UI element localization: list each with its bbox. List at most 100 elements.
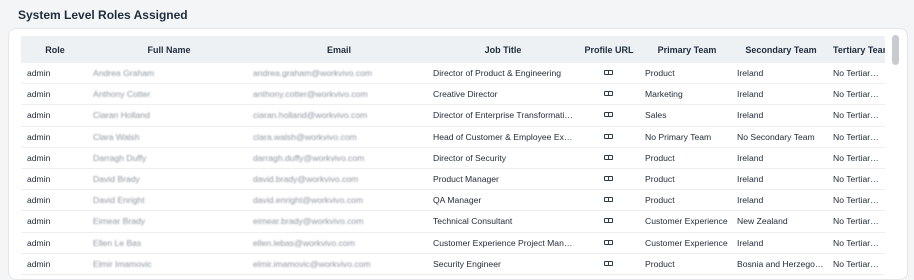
cell-job-title: Director of Enterprise Transformation	[429, 104, 577, 127]
cell-full-name: Elmir Imamovic	[89, 253, 249, 275]
cell-profile-url	[577, 210, 641, 233]
cell-email: darragh.duffy@workvivo.com	[249, 147, 429, 169]
cell-full-name: Andrea Graham	[89, 63, 249, 85]
link-icon[interactable]	[604, 197, 614, 203]
cell-profile-url	[577, 63, 641, 85]
cell-secondary-team: Ireland	[733, 168, 829, 191]
cell-email: ellen.lebas@workvivo.com	[249, 232, 429, 254]
cell-secondary-team: Bosnia and Herzegovina	[733, 253, 829, 275]
roles-table-wrap: Role Full Name Email Job Title Profile U…	[21, 36, 885, 276]
cell-primary-team: Sales	[641, 104, 733, 127]
cell-full-name: Clara Walsh	[89, 126, 249, 148]
cell-full-name: Darragh Duffy	[89, 147, 249, 169]
cell-email: clara.walsh@workvivo.com	[249, 126, 429, 148]
table-row: admin Elmir Imamovic elmir.imamovic@workvi…	[21, 253, 885, 275]
cell-job-title: Head of Customer & Employee Experience	[429, 126, 577, 148]
cell-job-title: Director of Security	[429, 147, 577, 169]
link-icon[interactable]	[604, 91, 614, 97]
table-row: admin Darragh Duffy darragh.duffy@workvivo…	[21, 147, 885, 169]
section-title: System Level Roles Assigned	[18, 8, 188, 22]
cell-email: elmir.imamovic@workvivo.com	[249, 253, 429, 275]
link-icon[interactable]	[604, 112, 614, 118]
roles-card: Role Full Name Email Job Title Profile U…	[8, 28, 908, 280]
cell-job-title: Director of Product & Engineering	[429, 63, 577, 85]
cell-role: admin	[21, 168, 89, 191]
cell-email: david.brady@workvivo.com	[249, 168, 429, 191]
cell-tertiary-team: No Tertiary Team	[829, 83, 885, 106]
cell-primary-team: Product	[641, 147, 733, 169]
link-icon[interactable]	[604, 260, 614, 266]
cell-role: admin	[21, 210, 89, 233]
table-header-row: Role Full Name Email Job Title Profile U…	[21, 36, 885, 63]
column-header-secondary-team[interactable]: Secondary Team	[733, 36, 829, 63]
cell-job-title: Technical Consultant	[429, 210, 577, 233]
link-icon[interactable]	[604, 239, 614, 245]
cell-secondary-team: New Zealand	[733, 210, 829, 233]
cell-role: admin	[21, 253, 89, 275]
column-header-email[interactable]: Email	[249, 36, 429, 63]
cell-job-title: Customer Experience Project Manager	[429, 232, 577, 254]
cell-job-title: Security Engineer	[429, 253, 577, 275]
cell-full-name: Ellen Le Bas	[89, 232, 249, 254]
column-header-profile-url[interactable]: Profile URL	[577, 36, 641, 63]
column-header-job-title[interactable]: Job Title	[429, 36, 577, 63]
link-icon[interactable]	[604, 133, 614, 139]
cell-full-name: David Brady	[89, 168, 249, 191]
table-row: admin David Brady david.brady@workvivo.com…	[21, 168, 885, 191]
cell-tertiary-team: No Tertiary Team	[829, 168, 885, 191]
cell-secondary-team: Ireland	[733, 147, 829, 169]
table-row: admin Anthony Cotter anthony.cotter@workvi…	[21, 83, 885, 106]
cell-email: eimear.brady@workvivo.com	[249, 210, 429, 233]
cell-email: andrea.graham@workvivo.com	[249, 63, 429, 85]
cell-profile-url	[577, 126, 641, 148]
cell-role: admin	[21, 147, 89, 169]
cell-job-title: QA Manager	[429, 189, 577, 212]
cell-role: admin	[21, 104, 89, 127]
link-icon[interactable]	[604, 176, 614, 182]
table-row: admin Clara Walsh clara.walsh@workvivo.com…	[21, 126, 885, 148]
cell-tertiary-team: No Tertiary Team	[829, 232, 885, 254]
cell-tertiary-team: No Tertiary Team	[829, 210, 885, 233]
cell-role: admin	[21, 83, 89, 106]
cell-tertiary-team: No Tertiary Team	[829, 253, 885, 275]
cell-profile-url	[577, 168, 641, 191]
table-row: admin David Enright david.enright@workvivo…	[21, 189, 885, 212]
cell-full-name: Anthony Cotter	[89, 83, 249, 106]
cell-full-name: David Enright	[89, 189, 249, 212]
link-icon[interactable]	[604, 154, 614, 160]
column-header-tertiary-team[interactable]: Tertiary Team	[829, 36, 885, 63]
cell-full-name: Eimear Brady	[89, 210, 249, 233]
cell-secondary-team: Ireland	[733, 189, 829, 212]
cell-tertiary-team: No Tertiary Team	[829, 126, 885, 148]
cell-role: admin	[21, 189, 89, 212]
cell-email: david.enright@workvivo.com	[249, 189, 429, 212]
cell-primary-team: Product	[641, 63, 733, 85]
table-body: admin Andrea Graham andrea.graham@workvivo…	[21, 63, 885, 275]
link-icon[interactable]	[604, 70, 614, 76]
cell-profile-url	[577, 104, 641, 127]
vertical-scrollbar[interactable]	[892, 35, 899, 65]
cell-secondary-team: Ireland	[733, 104, 829, 127]
cell-profile-url	[577, 189, 641, 212]
column-header-primary-team[interactable]: Primary Team	[641, 36, 733, 63]
cell-job-title: Creative Director	[429, 83, 577, 106]
link-icon[interactable]	[604, 218, 614, 224]
cell-primary-team: Product	[641, 253, 733, 275]
cell-secondary-team: Ireland	[733, 83, 829, 106]
cell-role: admin	[21, 126, 89, 148]
column-header-role[interactable]: Role	[21, 36, 89, 63]
cell-primary-team: Product	[641, 168, 733, 191]
table-row: admin Ellen Le Bas ellen.lebas@workvivo.co…	[21, 232, 885, 254]
cell-tertiary-team: No Tertiary Team	[829, 104, 885, 127]
cell-job-title: Product Manager	[429, 168, 577, 191]
cell-tertiary-team: No Tertiary Team	[829, 189, 885, 212]
table-row: admin Ciaran Holland ciaran.holland@workvi…	[21, 104, 885, 127]
table-row: admin Eimear Brady eimear.brady@workvivo.c…	[21, 210, 885, 233]
cell-email: ciaran.holland@workvivo.com	[249, 104, 429, 127]
cell-profile-url	[577, 83, 641, 106]
cell-profile-url	[577, 232, 641, 254]
cell-tertiary-team: No Tertiary Team	[829, 63, 885, 85]
column-header-full-name[interactable]: Full Name	[89, 36, 249, 63]
cell-primary-team: Marketing	[641, 83, 733, 106]
cell-profile-url	[577, 147, 641, 169]
